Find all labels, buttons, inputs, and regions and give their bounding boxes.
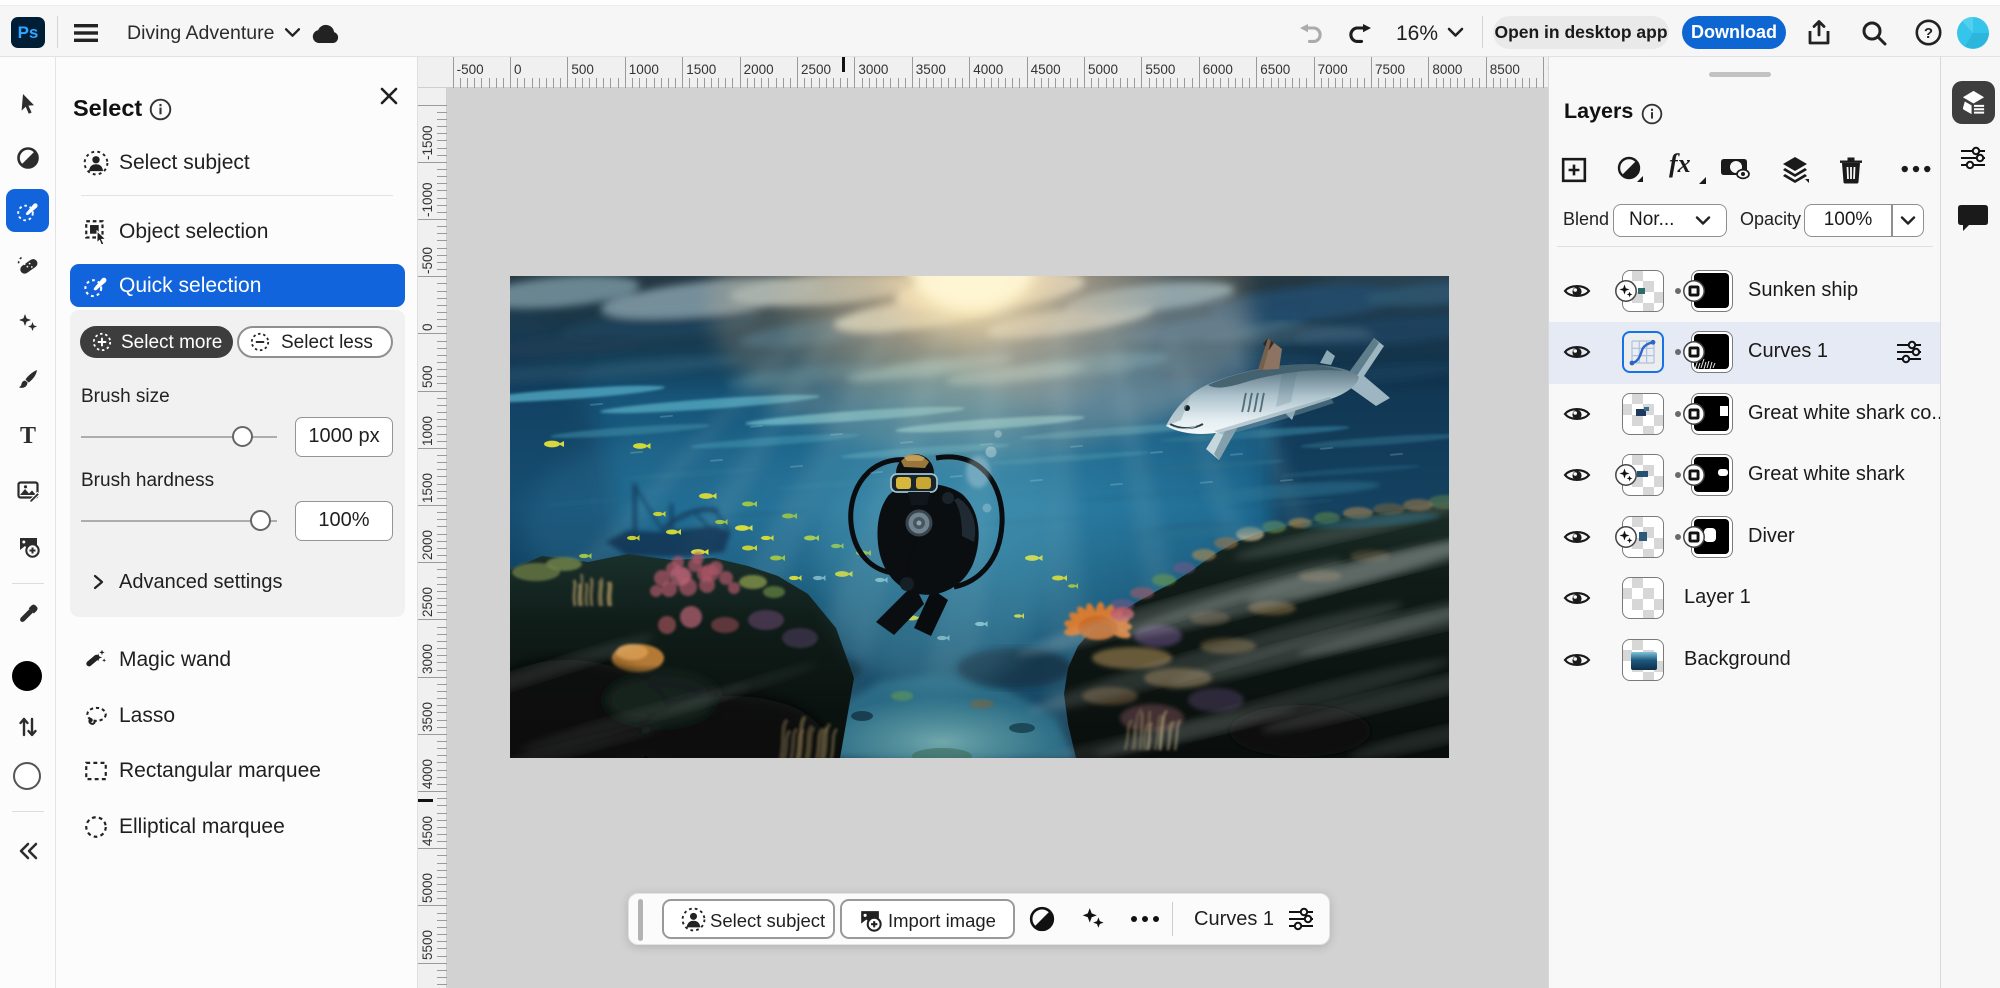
- svg-text:?: ?: [1924, 25, 1933, 42]
- svg-text:T: T: [20, 423, 36, 447]
